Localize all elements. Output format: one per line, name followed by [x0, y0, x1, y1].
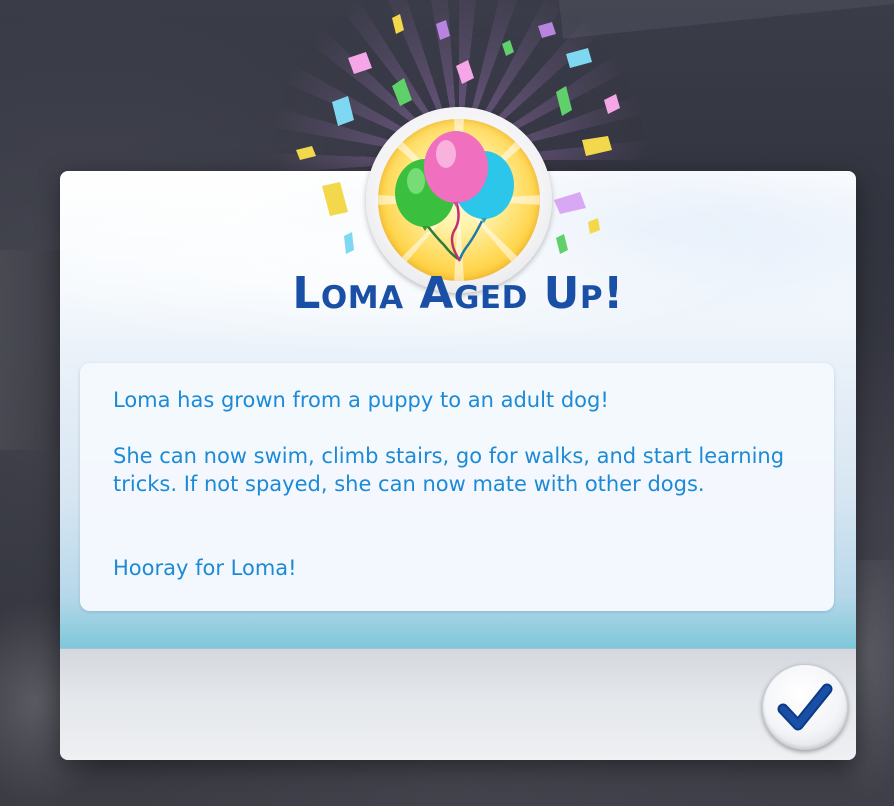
dialog-footer: [60, 648, 856, 760]
message-paragraph: She can now swim, climb stairs, go for w…: [113, 444, 785, 496]
balloons-icon: [378, 119, 540, 281]
background-shape: [0, 250, 60, 450]
celebration-badge: [366, 107, 552, 293]
dialog-title: Loma Aged Up!: [292, 268, 624, 319]
message-paragraph: Hooray for Loma!: [113, 556, 297, 580]
message-paragraph: Loma has grown from a puppy to an adult …: [113, 388, 609, 412]
game-scene-background: Loma Aged Up! Loma has grown from a pupp…: [0, 0, 894, 806]
confirm-button[interactable]: [762, 664, 848, 750]
message-panel: Loma has grown from a puppy to an adult …: [80, 363, 834, 611]
checkmark-icon: [777, 683, 833, 731]
